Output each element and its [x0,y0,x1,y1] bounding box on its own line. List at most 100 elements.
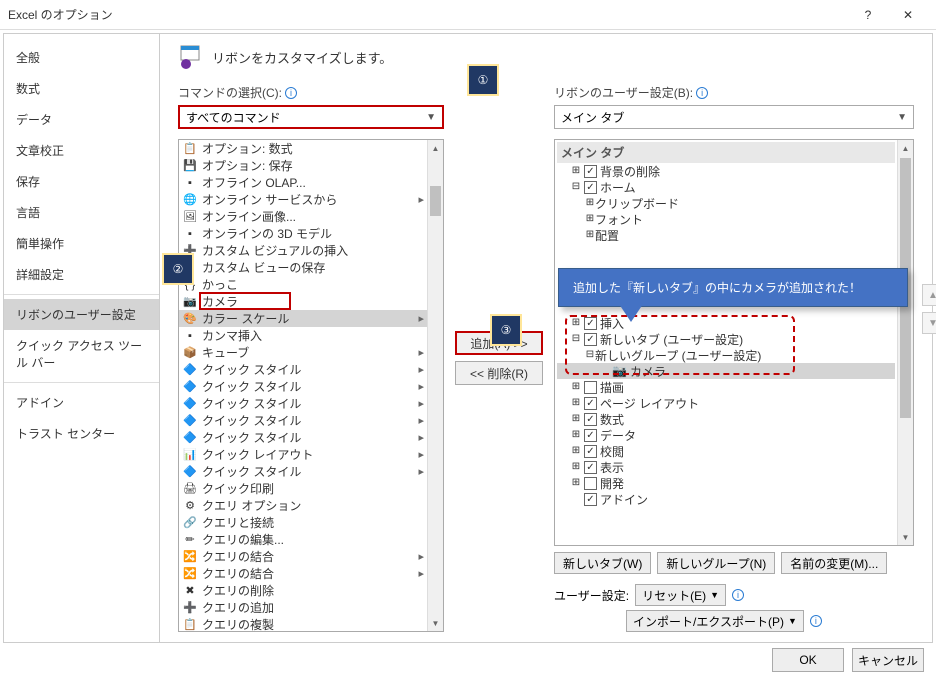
expand-icon[interactable]: ⊞ [585,197,595,209]
scroll-down-icon[interactable]: ▼ [898,529,913,545]
new-group-button[interactable]: 新しいグループ(N) [657,552,775,574]
expand-icon[interactable]: ⊞ [585,213,595,225]
scroll-up-icon[interactable]: ▲ [428,140,443,156]
scroll-up-icon[interactable]: ▲ [898,140,913,156]
sidebar-item[interactable]: クイック アクセス ツール バー [4,330,159,378]
tree-item[interactable]: ⊞フォント [557,211,895,227]
expand-icon[interactable]: ⊟ [585,349,595,361]
ribbon-tree[interactable]: メイン タブ⊞背景の削除⊟ホーム⊞クリップボード⊞フォント⊞配置⊞挿入⊟新しいタ… [554,139,914,546]
list-item[interactable]: ▪オフライン OLAP... [179,174,427,191]
list-item[interactable]: 🔷クイック スタイル▸ [179,429,427,446]
sidebar-item[interactable]: 保存 [4,166,159,197]
cancel-button[interactable]: キャンセル [852,648,924,672]
list-item[interactable]: ✖クエリの削除 [179,582,427,599]
checkbox[interactable] [584,333,597,346]
list-item[interactable]: ⚙クエリ オプション [179,497,427,514]
expand-icon[interactable]: ⊟ [571,333,581,345]
tree-item[interactable]: 📷カメラ [557,363,895,379]
tree-item[interactable]: ⊞数式 [557,411,895,427]
checkbox[interactable] [584,381,597,394]
expand-icon[interactable]: ⊞ [571,165,581,177]
list-item[interactable]: 🔀クエリの結合▸ [179,548,427,565]
checkbox[interactable] [584,461,597,474]
checkbox[interactable] [584,397,597,410]
checkbox[interactable] [584,477,597,490]
move-up-button[interactable]: ▲ [922,284,936,306]
checkbox[interactable] [584,429,597,442]
scroll-down-icon[interactable]: ▼ [428,615,443,631]
scrollbar[interactable]: ▲ ▼ [427,140,443,631]
checkbox[interactable] [584,165,597,178]
expand-icon[interactable]: ⊞ [585,229,595,241]
tree-item[interactable]: ⊟新しいグループ (ユーザー設定) [557,347,895,363]
checkbox[interactable] [584,317,597,330]
expand-icon[interactable]: ⊞ [571,445,581,457]
list-item[interactable]: ▪カスタム ビューの保存 [179,259,427,276]
expand-icon[interactable]: ⊞ [571,381,581,393]
sidebar-item[interactable]: データ [4,104,159,135]
sidebar-item[interactable]: リボンのユーザー設定 [4,299,159,330]
rename-button[interactable]: 名前の変更(M)... [781,552,887,574]
tree-item[interactable]: ⊞表示 [557,459,895,475]
expand-icon[interactable]: ⊞ [571,429,581,441]
list-item[interactable]: 📊クイック レイアウト▸ [179,446,427,463]
checkbox[interactable] [584,413,597,426]
sidebar-item[interactable]: トラスト センター [4,418,159,449]
tree-item[interactable]: ⊞データ [557,427,895,443]
tree-item[interactable]: ⊞校閲 [557,443,895,459]
sidebar-item[interactable]: 詳細設定 [4,259,159,290]
ok-button[interactable]: OK [772,648,844,672]
expand-icon[interactable]: ⊞ [571,317,581,329]
sidebar-item[interactable]: アドイン [4,387,159,418]
expand-icon[interactable]: ⊞ [571,397,581,409]
info-icon[interactable]: i [810,615,822,627]
list-item[interactable]: 🖼オンライン画像... [179,208,427,225]
sidebar-item[interactable]: 全般 [4,42,159,73]
expand-icon[interactable]: ⊞ [571,413,581,425]
tree-item[interactable]: ⊞描画 [557,379,895,395]
list-item[interactable]: 📦キューブ▸ [179,344,427,361]
move-down-button[interactable]: ▼ [922,312,936,334]
commands-dropdown[interactable]: すべてのコマンド ▼ [178,105,444,129]
info-icon[interactable]: i [696,87,708,99]
sidebar-item[interactable]: 文章校正 [4,135,159,166]
info-icon[interactable]: i [285,87,297,99]
scrollbar[interactable]: ▲ ▼ [897,140,913,545]
expand-icon[interactable]: ⊞ [571,477,581,489]
list-item[interactable]: 🔷クイック スタイル▸ [179,463,427,480]
list-item[interactable]: 🎨カラー スケール▸ [179,310,427,327]
tree-item[interactable]: ⊞クリップボード [557,195,895,211]
list-item[interactable]: 🔀クエリの結合▸ [179,565,427,582]
list-item[interactable]: 🔗クエリと接続 [179,514,427,531]
expand-icon[interactable]: ⊞ [571,461,581,473]
list-item[interactable]: ✏クエリの編集... [179,531,427,548]
expand-icon[interactable]: ⊟ [571,181,581,193]
list-item[interactable]: 🔷クイック スタイル▸ [179,412,427,429]
list-item[interactable]: 📷カメラ [179,293,427,310]
list-item[interactable]: ➕カスタム ビジュアルの挿入 [179,242,427,259]
import-export-button[interactable]: インポート/エクスポート(P)▼ [626,610,804,632]
list-item[interactable]: ▪オンラインの 3D モデル [179,225,427,242]
list-item[interactable]: 🔷クイック スタイル▸ [179,361,427,378]
remove-button[interactable]: << 削除(R) [455,361,543,385]
tree-item[interactable]: ⊞ページ レイアウト [557,395,895,411]
list-item[interactable]: 🌐オンライン サービスから▸ [179,191,427,208]
sidebar-item[interactable]: 簡単操作 [4,228,159,259]
checkbox[interactable] [584,493,597,506]
list-item[interactable]: 🔷クイック スタイル▸ [179,395,427,412]
sidebar-item[interactable]: 言語 [4,197,159,228]
help-button[interactable]: ? [848,1,888,29]
list-item[interactable]: 📋オプション: 数式 [179,140,427,157]
sidebar-item[interactable]: 数式 [4,73,159,104]
commands-listbox[interactable]: 📋オプション: 数式💾オプション: 保存▪オフライン OLAP...🌐オンライン… [178,139,444,632]
tree-item[interactable]: アドイン [557,491,895,507]
list-item[interactable]: 💾オプション: 保存 [179,157,427,174]
list-item[interactable]: ➕クエリの追加 [179,599,427,616]
new-tab-button[interactable]: 新しいタブ(W) [554,552,651,574]
tree-item[interactable]: ⊞開発 [557,475,895,491]
tree-item[interactable]: ⊞背景の削除 [557,163,895,179]
list-item[interactable]: { }かっこ [179,276,427,293]
tree-item[interactable]: ⊟ホーム [557,179,895,195]
list-item[interactable]: ▪カンマ挿入 [179,327,427,344]
checkbox[interactable] [584,445,597,458]
